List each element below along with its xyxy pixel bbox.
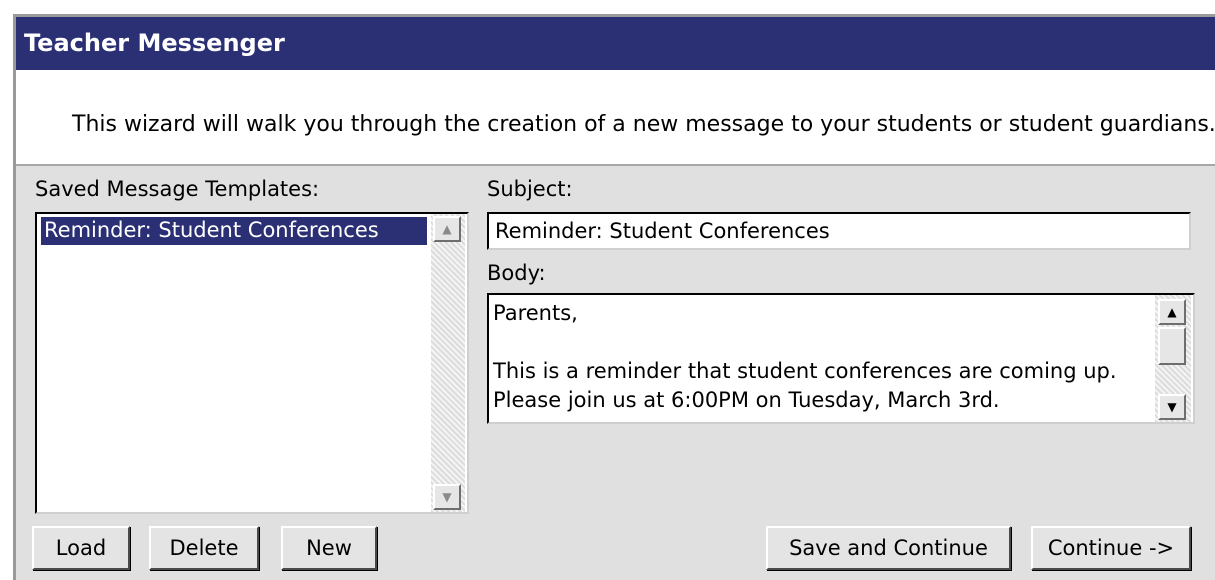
new-button[interactable]: New <box>281 526 377 570</box>
templates-label: Saved Message Templates: <box>35 177 320 201</box>
teacher-messenger-window: Teacher Messenger This wizard will walk … <box>13 14 1215 580</box>
scroll-thumb[interactable] <box>1158 327 1186 365</box>
window-title: Teacher Messenger <box>16 17 1215 70</box>
body-scrollbar[interactable]: ▲ ▼ <box>1155 295 1191 422</box>
save-and-continue-button[interactable]: Save and Continue <box>766 526 1011 570</box>
templates-scrollbar[interactable]: ▲ ▼ <box>431 214 465 512</box>
body-text: Parents, This is a reminder that student… <box>493 301 1117 412</box>
intro-panel: This wizard will walk you through the cr… <box>16 70 1215 166</box>
list-item[interactable]: Reminder: Student Conferences <box>41 217 427 245</box>
templates-listbox[interactable]: Reminder: Student Conferences ▲ ▼ <box>35 212 469 514</box>
scroll-up-icon[interactable]: ▲ <box>433 216 461 242</box>
subject-label: Subject: <box>487 177 573 201</box>
intro-text: This wizard will walk you through the cr… <box>72 112 1215 137</box>
scroll-up-icon[interactable]: ▲ <box>1158 299 1186 325</box>
body-textarea[interactable]: Parents, This is a reminder that student… <box>487 293 1195 424</box>
continue-button[interactable]: Continue -> <box>1031 526 1191 570</box>
load-button[interactable]: Load <box>32 526 130 570</box>
scroll-down-icon[interactable]: ▼ <box>1158 394 1186 420</box>
body-label: Body: <box>487 261 546 285</box>
delete-button[interactable]: Delete <box>149 526 259 570</box>
scroll-down-icon[interactable]: ▼ <box>433 484 461 510</box>
subject-input[interactable] <box>487 212 1191 250</box>
